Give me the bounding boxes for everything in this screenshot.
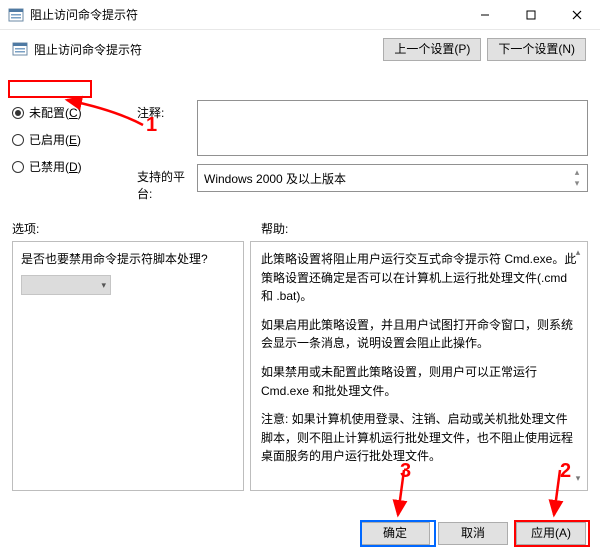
cancel-button[interactable]: 取消 (438, 522, 508, 545)
radio-label: 已启用(E) (29, 131, 81, 148)
radio-icon (12, 107, 24, 119)
next-setting-button[interactable]: 下一个设置(N) (487, 38, 586, 61)
radio-label: 未配置(C) (29, 104, 82, 121)
radio-label: 已禁用(D) (29, 158, 82, 175)
help-label: 帮助: (261, 220, 288, 237)
help-text: 如果启用此策略设置，并且用户试图打开命令窗口，则系统会显示一条消息，说明设置会阻… (261, 316, 577, 353)
minimize-button[interactable] (462, 0, 508, 30)
option-select[interactable]: ▾ (21, 275, 111, 295)
options-label: 选项: (12, 220, 261, 237)
ok-button[interactable]: 确定 (360, 522, 430, 545)
help-text: 此策略设置将阻止用户运行交互式命令提示符 Cmd.exe。此策略设置还确定是否可… (261, 250, 577, 306)
comment-label: 注释: (137, 100, 197, 121)
radio-not-configured[interactable]: 未配置(C) (12, 104, 127, 121)
policy-icon (12, 41, 28, 57)
maximize-button[interactable] (508, 0, 554, 30)
radio-icon (12, 134, 24, 146)
state-radios: 未配置(C) 已启用(E) 已禁用(D) (12, 100, 127, 210)
page-title: 阻止访问命令提示符 (34, 41, 142, 58)
scroll-icon[interactable]: ▴▾ (571, 246, 585, 486)
option-question: 是否也要禁用命令提示符脚本处理? (21, 250, 235, 267)
close-button[interactable] (554, 0, 600, 30)
platform-label: 支持的平台: (137, 164, 197, 202)
apply-button[interactable]: 应用(A) (516, 522, 586, 545)
chevron-down-icon: ▾ (101, 280, 106, 291)
window-title: 阻止访问命令提示符 (30, 6, 462, 23)
scroll-icon[interactable]: ▴▾ (569, 167, 585, 189)
help-panel: 此策略设置将阻止用户运行交互式命令提示符 Cmd.exe。此策略设置还确定是否可… (250, 241, 588, 491)
titlebar: 阻止访问命令提示符 (0, 0, 600, 30)
prev-setting-button[interactable]: 上一个设置(P) (383, 38, 481, 61)
radio-disabled[interactable]: 已禁用(D) (12, 158, 127, 175)
radio-enabled[interactable]: 已启用(E) (12, 131, 127, 148)
help-text: 注意: 如果计算机使用登录、注销、启动或关机批处理文件脚本，则不阻止计算机运行批… (261, 410, 577, 466)
policy-icon (8, 7, 24, 23)
options-panel: 是否也要禁用命令提示符脚本处理? ▾ (12, 241, 244, 491)
comment-input[interactable] (197, 100, 588, 156)
radio-icon (12, 161, 24, 173)
platform-value: Windows 2000 及以上版本 ▴▾ (197, 164, 588, 192)
help-text: 如果禁用或未配置此策略设置，则用户可以正常运行 Cmd.exe 和批处理文件。 (261, 363, 577, 400)
